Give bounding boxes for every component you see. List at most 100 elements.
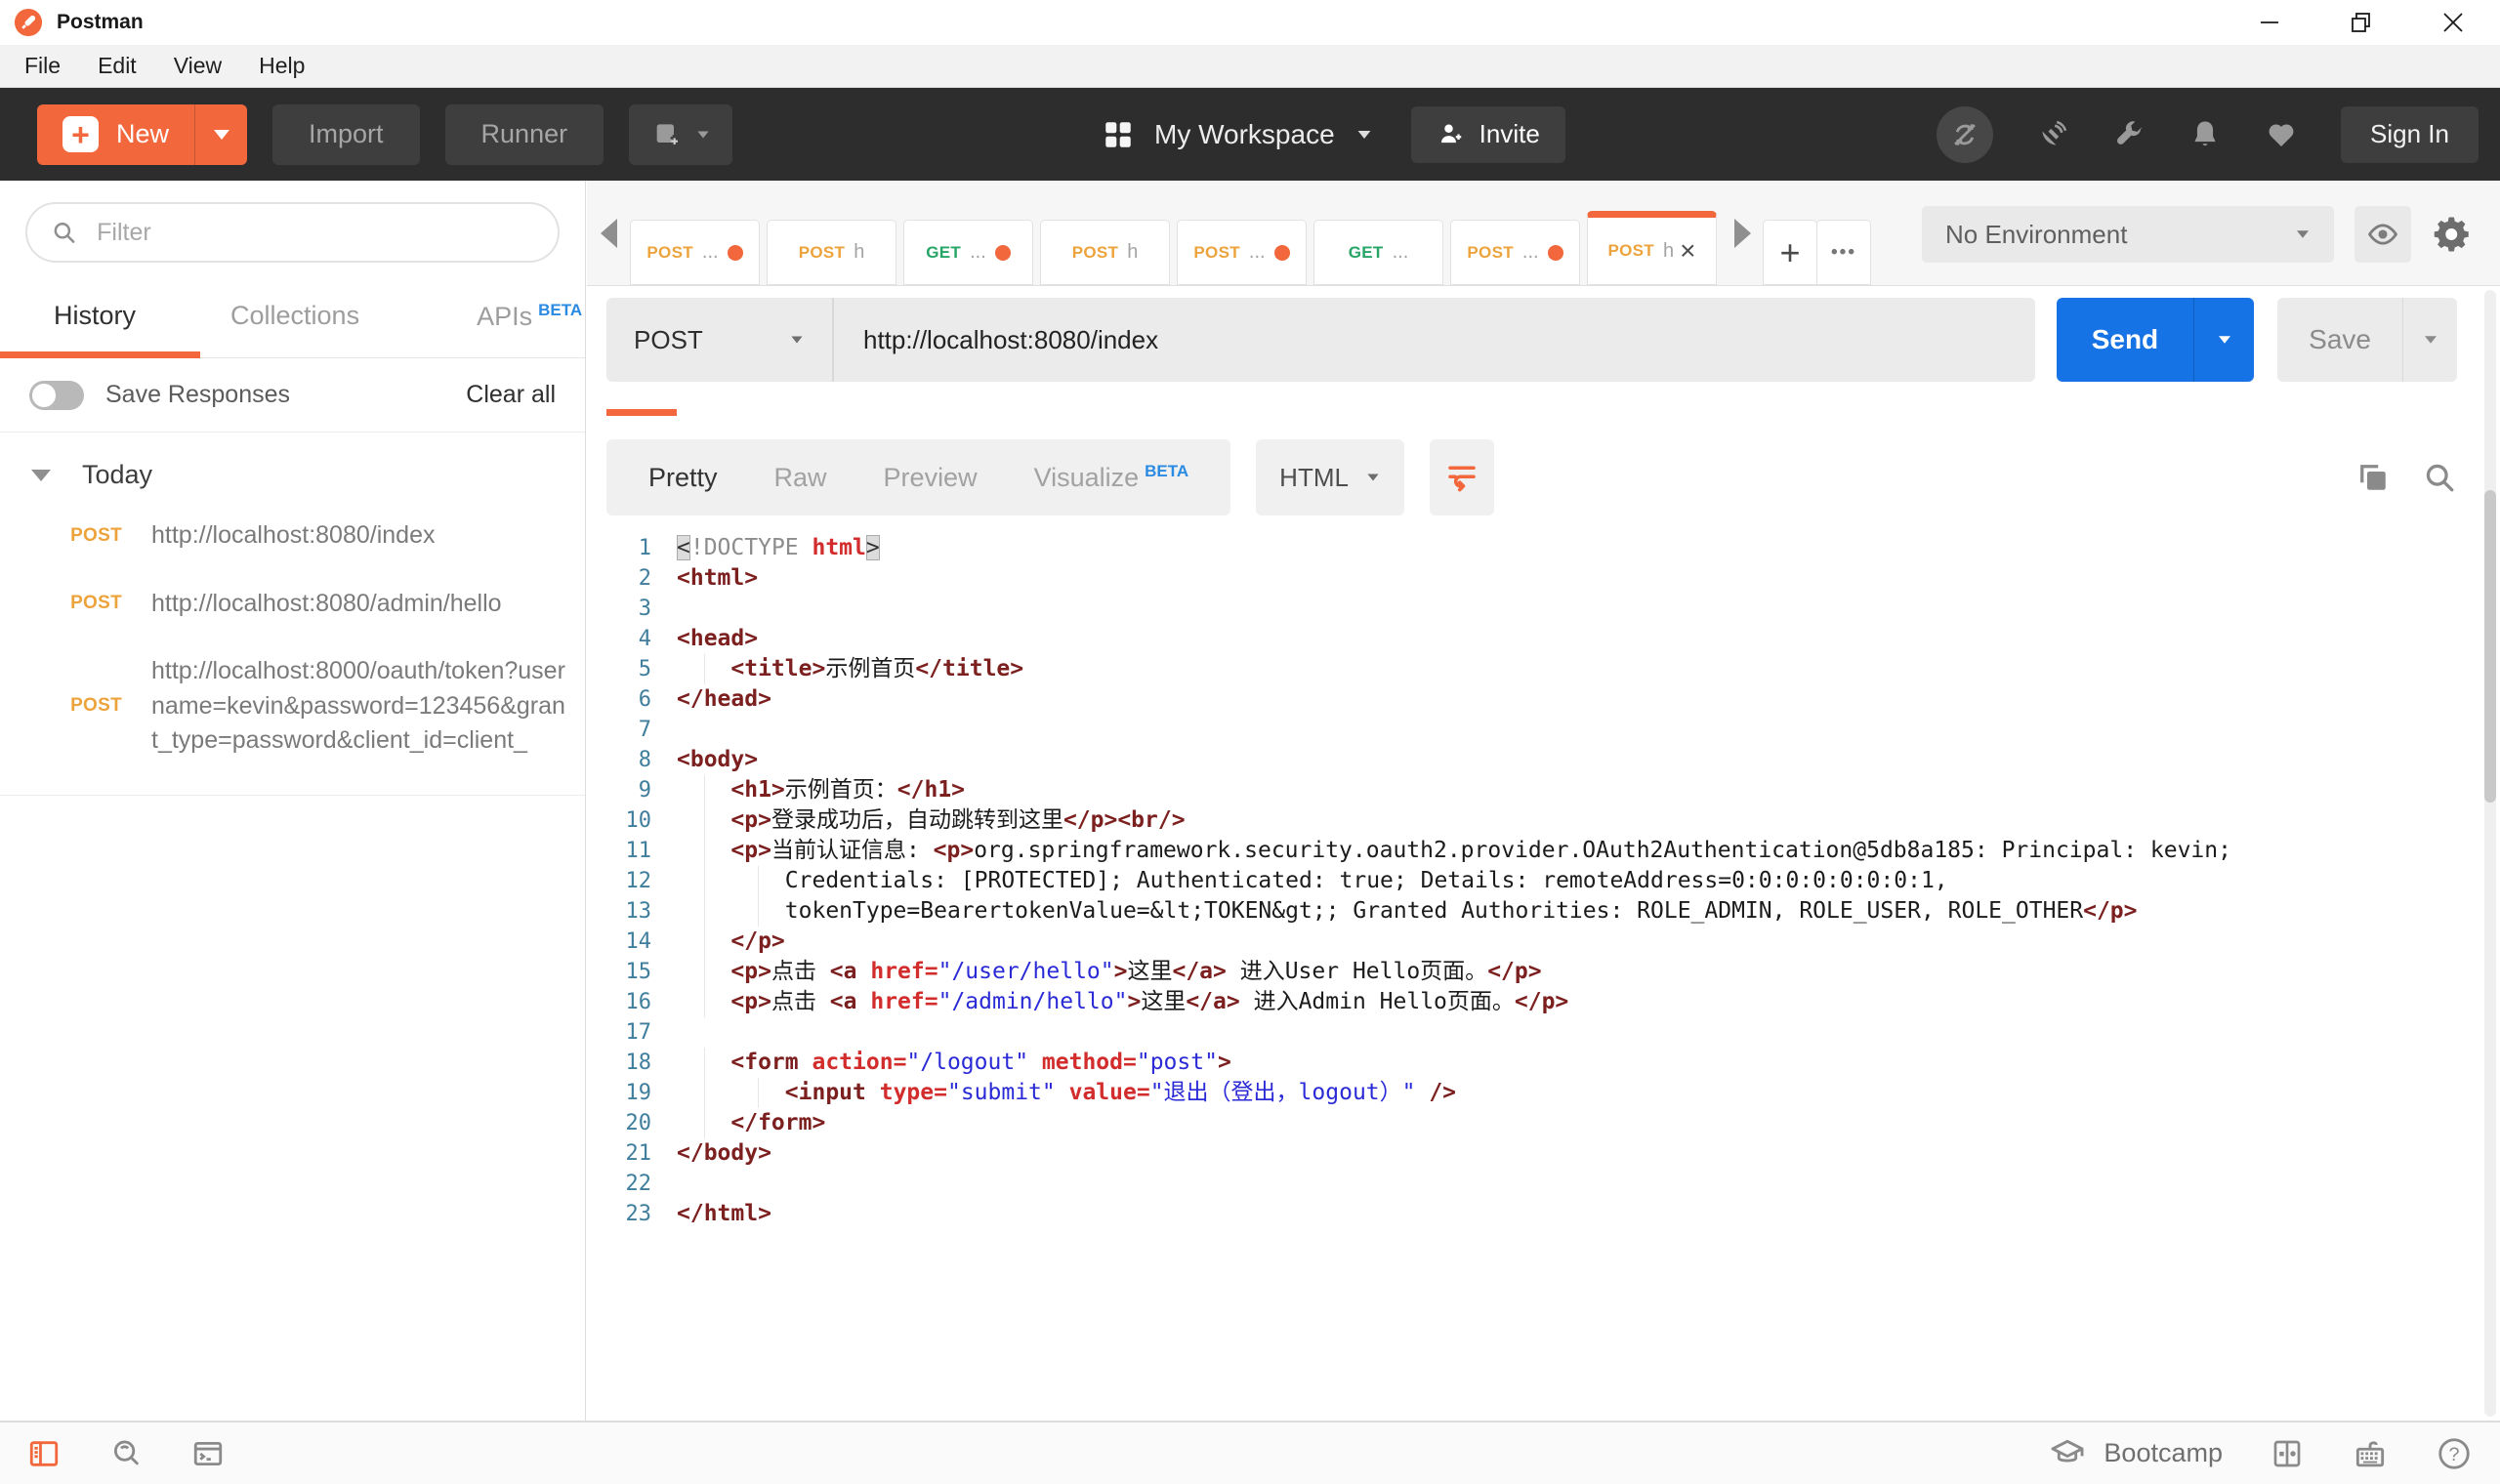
tab-title: ...	[701, 241, 719, 263]
copy-icon[interactable]	[2355, 460, 2391, 495]
find-icon[interactable]	[109, 1437, 143, 1470]
filter-input[interactable]	[97, 218, 534, 247]
request-tab[interactable]: POST...	[1177, 220, 1307, 285]
satellite-icon[interactable]	[2036, 118, 2069, 151]
code-token: "submit"	[946, 1080, 1056, 1105]
sidebar-tab-collections[interactable]: Collections	[230, 301, 359, 331]
code-token: />	[1415, 1080, 1457, 1105]
keyboard-shortcuts-icon[interactable]	[2352, 1435, 2389, 1472]
sidebar-tab-apis[interactable]: APIs BETA	[477, 301, 582, 332]
import-button-label: Import	[309, 119, 384, 148]
clear-all-link[interactable]: Clear all	[466, 381, 556, 409]
indent-guide	[758, 1078, 760, 1108]
filter-box[interactable]	[25, 202, 560, 263]
method-select[interactable]: POST	[606, 298, 834, 382]
bootcamp-button[interactable]: Bootcamp	[2049, 1435, 2223, 1472]
invite-button[interactable]: Invite	[1410, 105, 1565, 163]
import-button[interactable]: Import	[272, 103, 420, 165]
send-dropdown-button[interactable]	[2193, 298, 2254, 382]
minimize-icon[interactable]	[2252, 5, 2287, 40]
wrench-icon[interactable]	[2112, 118, 2146, 151]
history-item[interactable]: POST http://localhost:8080/index	[0, 502, 585, 570]
code-text: <body>	[677, 745, 758, 775]
close-icon[interactable]	[2436, 5, 2471, 40]
workspace-switcher[interactable]: My Workspace Invite	[1102, 88, 1565, 181]
indent-guide	[703, 654, 705, 684]
history-item[interactable]: POST http://localhost:8080/admin/hello	[0, 570, 585, 639]
menu-help[interactable]: Help	[240, 53, 323, 79]
bell-icon[interactable]	[2188, 118, 2222, 151]
send-button[interactable]: Send	[2056, 298, 2255, 382]
menu-file[interactable]: File	[6, 53, 79, 79]
restore-icon[interactable]	[2344, 5, 2379, 40]
response-view-preview[interactable]: Preview	[855, 463, 1006, 493]
url-input[interactable]: http://localhost:8080/index	[834, 325, 1158, 355]
code-token: action=	[812, 1050, 907, 1075]
request-tab[interactable]: POST...	[1450, 220, 1580, 285]
request-tab[interactable]: GET...	[1313, 220, 1443, 285]
two-pane-view-icon[interactable]	[2270, 1436, 2305, 1471]
tab-title: ...	[1248, 241, 1266, 263]
history-item[interactable]: POST http://localhost:8000/oauth/token?us…	[0, 638, 585, 775]
search-response-icon[interactable]	[2422, 460, 2457, 495]
save-responses-toggle[interactable]	[29, 380, 84, 410]
environment-preview-button[interactable]	[2354, 206, 2411, 263]
search-icon	[54, 223, 75, 243]
environment-select[interactable]: No Environment	[1922, 206, 2334, 263]
runner-button[interactable]: Runner	[444, 103, 604, 165]
code-line: 3	[587, 594, 2500, 624]
new-button[interactable]: + New	[37, 103, 248, 165]
code-token: 进入User Hello页面。	[1226, 959, 1488, 984]
postman-logo-icon	[14, 8, 43, 37]
new-button-main[interactable]: + New	[37, 104, 194, 165]
request-tab[interactable]: POST h	[767, 220, 896, 285]
add-tab-button[interactable]: +	[1763, 220, 1817, 285]
menu-edit[interactable]: Edit	[79, 53, 155, 79]
heart-icon[interactable]	[2265, 118, 2298, 151]
response-view-visualize[interactable]: Visualize BETA	[1006, 462, 1218, 493]
history-group-header[interactable]: Today	[0, 433, 585, 502]
settings-button[interactable]	[2429, 210, 2478, 259]
code-token: tokenType=BearertokenValue=&lt;TOKEN&gt;…	[677, 898, 2084, 924]
console-icon[interactable]	[191, 1437, 225, 1470]
save-button[interactable]: Save	[2277, 298, 2457, 382]
indent-guide	[703, 836, 705, 866]
request-tab[interactable]: POST h	[1040, 220, 1170, 285]
sync-disabled-icon[interactable]	[1937, 105, 1994, 163]
tab-options-button[interactable]: •••	[1816, 220, 1871, 285]
scrollbar-thumb[interactable]	[2484, 490, 2496, 803]
new-window-button[interactable]	[629, 103, 733, 165]
sidebar-tab-history[interactable]: History	[54, 301, 136, 331]
code-token: </p>	[2083, 898, 2138, 924]
request-tab[interactable]: POST h ×	[1587, 211, 1717, 285]
toggle-sidebar-icon[interactable]	[27, 1437, 61, 1470]
new-dropdown-button[interactable]	[194, 103, 247, 165]
response-view-raw[interactable]: Raw	[746, 463, 855, 493]
code-token: href=	[870, 959, 938, 984]
menu-view[interactable]: View	[155, 53, 240, 79]
code-token: </p>	[1514, 989, 1569, 1014]
scroll-tabs-right-icon[interactable]	[1734, 218, 1751, 248]
response-view-pretty[interactable]: Pretty	[620, 463, 746, 493]
close-tab-icon[interactable]: ×	[1680, 237, 1695, 265]
code-line: 7	[587, 715, 2500, 745]
scroll-tabs-left-icon[interactable]	[601, 218, 617, 248]
eye-icon	[2367, 224, 2398, 245]
help-icon[interactable]: ?	[2436, 1435, 2473, 1472]
line-number: 17	[625, 1020, 652, 1045]
code-text: <input type="submit" value="退出（登出，logout…	[677, 1078, 1456, 1108]
code-line: 2 <html>	[587, 563, 2500, 594]
response-toolbar: Pretty Raw Preview Visualize BETA HTML	[606, 439, 2457, 515]
response-language-select[interactable]: HTML	[1256, 439, 1405, 515]
wrap-lines-button[interactable]	[1430, 439, 1495, 515]
sign-in-button[interactable]: Sign In	[2341, 105, 2479, 163]
request-tab[interactable]: POST...	[630, 220, 760, 285]
gear-icon	[2434, 217, 2469, 252]
code-token: </form>	[730, 1110, 826, 1135]
vertical-scrollbar[interactable]	[2484, 290, 2496, 1417]
code-token: </html>	[677, 1201, 771, 1226]
save-dropdown-button[interactable]	[2402, 298, 2457, 382]
request-tab[interactable]: GET...	[903, 220, 1033, 285]
code-token: </a>	[1172, 959, 1227, 984]
response-code-editor[interactable]: 1 <!DOCTYPE html> 2 <html> 3 4 <head> 5 <title…	[587, 533, 2500, 1229]
